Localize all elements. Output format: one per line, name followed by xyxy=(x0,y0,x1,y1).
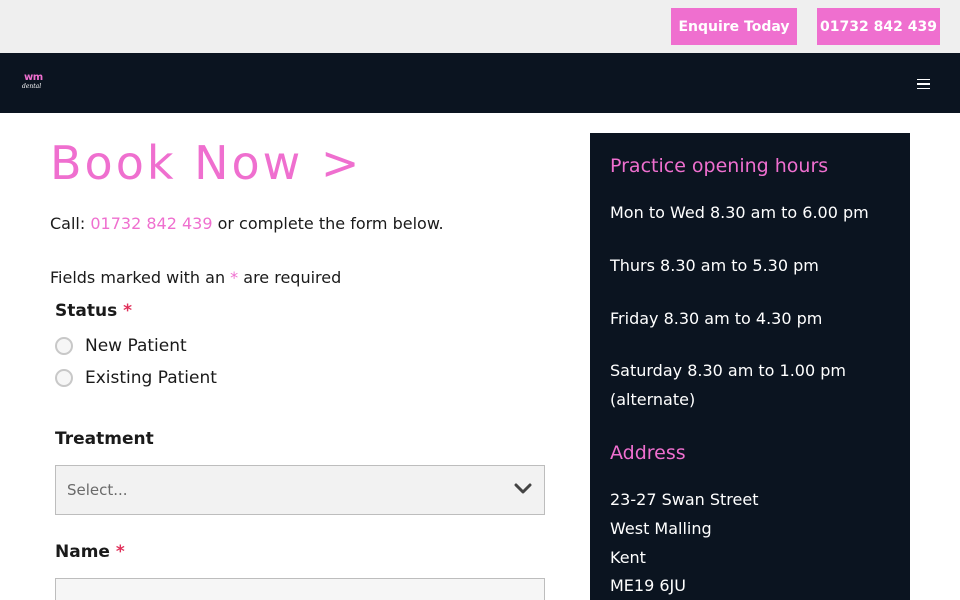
treatment-label: Treatment xyxy=(55,429,154,449)
main-navbar: wm dental xyxy=(0,53,960,113)
hours-line: Saturday 8.30 am to 1.00 pm xyxy=(610,361,846,380)
address-line: 23-27 Swan Street xyxy=(610,490,759,509)
status-label: Status * xyxy=(55,301,133,321)
address-line: West Malling xyxy=(610,519,712,538)
call-phone-link[interactable]: 01732 842 439 xyxy=(90,214,212,233)
hours-line: (alternate) xyxy=(610,390,696,409)
address-line: Kent xyxy=(610,548,646,567)
radio-existing-patient[interactable]: Existing Patient xyxy=(55,367,217,389)
hamburger-icon xyxy=(916,78,930,81)
name-input[interactable] xyxy=(55,578,545,600)
treatment-select[interactable]: Select... xyxy=(55,465,545,515)
top-bar: Enquire Today 01732 842 439 xyxy=(0,0,960,53)
hours-line: Thurs 8.30 am to 5.30 pm xyxy=(610,256,819,275)
phone-button[interactable]: 01732 842 439 xyxy=(817,8,940,45)
call-line: Call: 01732 842 439 or complete the form… xyxy=(50,214,444,233)
hours-line: Mon to Wed 8.30 am to 6.00 pm xyxy=(610,203,869,222)
site-logo[interactable]: wm dental xyxy=(22,72,48,94)
name-label: Name * xyxy=(55,542,125,562)
treatment-select-value: Select... xyxy=(67,481,128,499)
address-heading: Address xyxy=(610,442,686,464)
logo-sub: dental xyxy=(22,83,42,90)
radio-circle[interactable] xyxy=(55,369,73,387)
enquire-today-button[interactable]: Enquire Today xyxy=(671,8,797,45)
page-content: Book Now > Call: 01732 842 439 or comple… xyxy=(0,113,960,600)
hours-line: Friday 8.30 am to 4.30 pm xyxy=(610,309,823,328)
opening-hours-heading: Practice opening hours xyxy=(610,155,829,177)
menu-toggle-button[interactable] xyxy=(910,73,936,95)
required-fields-note: Fields marked with an * are required xyxy=(50,268,342,287)
logo-mark: wm xyxy=(24,72,43,83)
info-sidebar: Practice opening hours Mon to Wed 8.30 a… xyxy=(590,133,910,600)
page-title: Book Now > xyxy=(50,136,363,190)
radio-circle[interactable] xyxy=(55,337,73,355)
radio-new-patient[interactable]: New Patient xyxy=(55,335,187,357)
address-line: ME19 6JU xyxy=(610,576,686,595)
chevron-down-icon xyxy=(514,483,532,494)
